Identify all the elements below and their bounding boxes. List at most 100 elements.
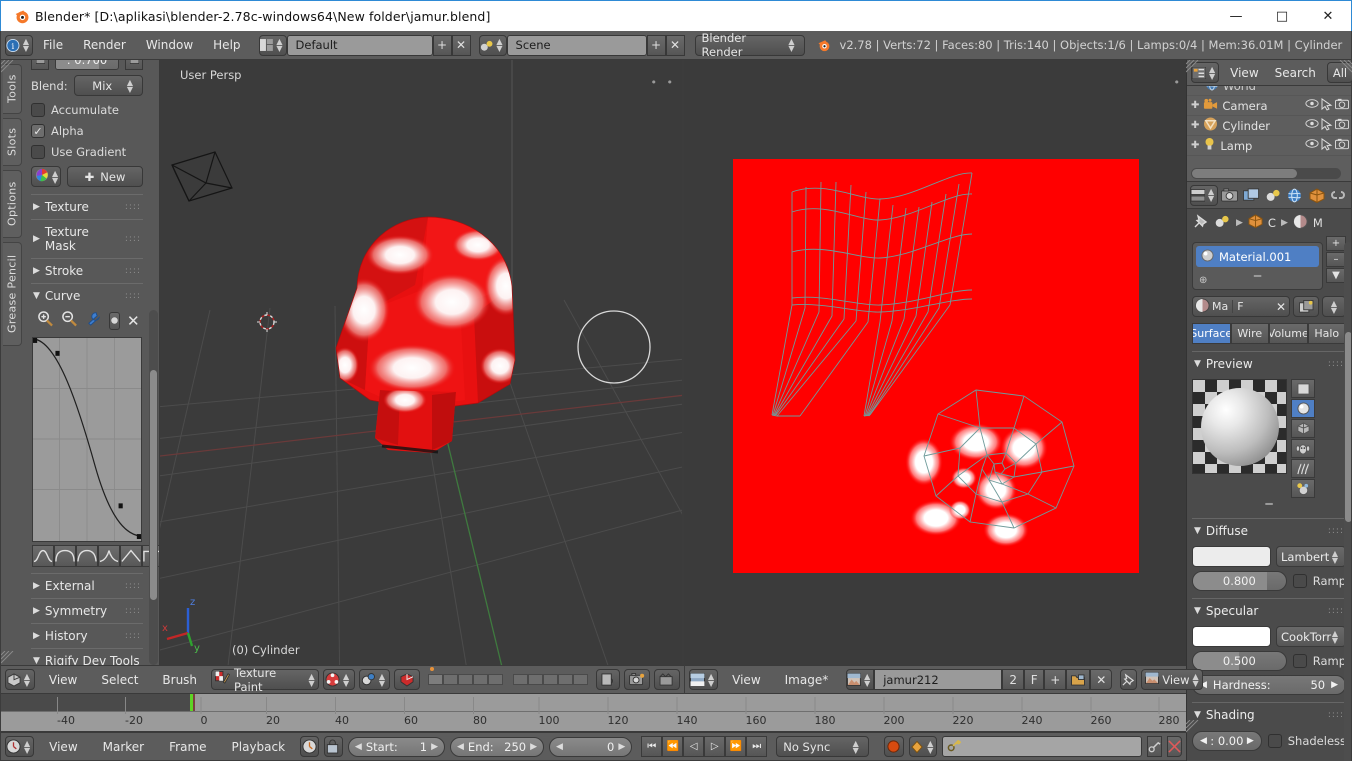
viewport-pivot-dropdown[interactable]: ▲ ▼ (358, 669, 391, 690)
browse-material-button[interactable] (1293, 296, 1319, 317)
render-camera-icon[interactable] (1335, 138, 1349, 154)
tab-world[interactable] (1285, 184, 1305, 206)
material-icon[interactable] (1293, 213, 1308, 232)
outliner-tree[interactable]: World ✚ Camera ✚ Cylinder (1187, 86, 1351, 181)
cursor-arrow-icon[interactable] (1321, 117, 1333, 134)
chevron-right-icon[interactable]: ▶ (530, 742, 537, 752)
dot-icon[interactable] (109, 311, 120, 330)
uv-image-editor[interactable]: • (684, 60, 1186, 665)
curve-preset-sphere[interactable] (54, 545, 76, 567)
add-scene-button[interactable]: + (646, 34, 666, 56)
play-reverse-button[interactable]: ◁ (683, 736, 705, 757)
timeline-menu-view[interactable]: View (39, 737, 87, 757)
scene-layers-grid-bottom[interactable] (513, 674, 589, 685)
uv-editor-type-button[interactable]: ▲ ▼ (689, 669, 719, 690)
preview-shape-sphere-sky-icon[interactable] (1291, 479, 1315, 498)
timeline-menu-marker[interactable]: Marker (93, 737, 154, 757)
tab-options[interactable]: Options (3, 170, 22, 238)
expand-icon[interactable]: ✚ (1191, 100, 1199, 111)
delete-scene-button[interactable]: ✕ (665, 34, 685, 56)
timeline-menu-frame[interactable]: Frame (159, 737, 216, 757)
preview-shape-flat-icon[interactable] (1291, 379, 1315, 398)
corner-widget-topright[interactable] (1338, 59, 1352, 74)
timeline-editor-type-button[interactable]: ▲ ▼ (5, 736, 35, 757)
sync-mode-dropdown[interactable]: No Sync ▲ ▼ (776, 736, 869, 757)
scene-layers-grid-top[interactable] (428, 667, 504, 685)
render-engine-dropdown[interactable]: Blender Render ▲ ▼ (694, 31, 805, 59)
layer-cell[interactable] (513, 674, 529, 685)
lock-time-button[interactable] (323, 736, 343, 757)
shading-emit-field[interactable]: ◀ : 0.00 ▶ (1192, 731, 1262, 751)
current-frame-field[interactable]: ◀ 0 ▶ (549, 736, 633, 757)
menu-window[interactable]: Window (136, 35, 203, 55)
strength-value-field[interactable]: : 0.700 (55, 60, 119, 70)
layer-cell[interactable] (488, 674, 504, 685)
preview-shape-hair-icon[interactable] (1291, 459, 1315, 478)
toolshelf-scrollbar[interactable] (149, 310, 158, 665)
menu-help[interactable]: Help (203, 35, 250, 55)
corner-widget-topleft[interactable] (0, 59, 15, 74)
tab-grease-pencil[interactable]: Grease Pencil (3, 242, 22, 346)
cursor-arrow-icon[interactable] (1321, 137, 1333, 154)
menu-render[interactable]: Render (73, 35, 136, 55)
pin-icon[interactable] (1193, 213, 1209, 232)
layer-cell[interactable] (428, 667, 444, 685)
chevron-right-icon[interactable]: ▶ (618, 742, 625, 752)
active-keying-set-field[interactable] (942, 736, 1142, 757)
curve-preset-linear[interactable] (120, 545, 142, 567)
panel-curve[interactable]: ▼ Curve :::: (31, 283, 143, 308)
viewport-menu-view[interactable]: View (39, 670, 87, 690)
material-preview-render[interactable] (1192, 379, 1287, 474)
properties-scrollbar[interactable] (1344, 242, 1351, 761)
close-button[interactable]: ✕ (1305, 1, 1351, 31)
menu-file[interactable]: File (33, 35, 73, 55)
delete-point-icon[interactable]: ✕ (127, 312, 140, 330)
material-slot-specials-button[interactable]: ▼ (1326, 268, 1346, 283)
fake-user-button[interactable]: F (1232, 300, 1244, 313)
delete-screen-layout-button[interactable]: ✕ (451, 34, 471, 56)
section-diffuse[interactable]: ▼ Diffuse :::: (1192, 518, 1346, 543)
unlink-image-button[interactable]: ✕ (1090, 669, 1113, 690)
curve-preset-sharp[interactable] (98, 545, 120, 567)
panel-stroke[interactable]: ▶ Stroke :::: (31, 258, 143, 283)
outliner-row-world[interactable]: World (1187, 86, 1351, 96)
shadeless-checkbox[interactable] (1267, 734, 1282, 748)
specular-shader-dropdown[interactable]: CookTorr ▲ ▼ (1276, 626, 1346, 647)
insert-keyframe-button[interactable] (1146, 736, 1162, 757)
accumulate-row[interactable]: Accumulate (31, 103, 143, 117)
uv-mode-dropdown[interactable]: View ▲ ▼ (1141, 669, 1203, 690)
outliner-row-camera[interactable]: ✚ Camera (1187, 96, 1351, 116)
tab-slots[interactable]: Slots (3, 118, 22, 166)
unlink-material-button[interactable]: ✕ (1276, 300, 1289, 314)
tab-constraints[interactable] (1328, 184, 1348, 206)
lock-object-modes-button[interactable] (596, 669, 621, 690)
chevron-left-icon[interactable]: ◀ (1200, 736, 1207, 746)
timeline-menu-playback[interactable]: Playback (222, 737, 296, 757)
curve-preset-root[interactable] (76, 545, 98, 567)
blend-mode-dropdown[interactable]: Mix ▲ ▼ (73, 75, 143, 96)
panel-rigify-dev-tools[interactable]: ▼ Rigify Dev Tools (31, 648, 143, 665)
keying-set-dropdown[interactable]: ▲ ▼ (909, 736, 938, 757)
interaction-mode-dropdown[interactable]: Texture Paint ▲ ▼ (211, 666, 319, 694)
scene-icon-button[interactable]: ▲ ▼ (478, 34, 507, 56)
timeline-ruler[interactable]: -40 -20 0 20 40 60 80 100 120 140 160 18… (1, 697, 1186, 731)
next-keyframe-button[interactable]: ⏩ (725, 736, 747, 757)
viewport-occlude-button[interactable] (394, 669, 421, 690)
tab-surface[interactable]: Surface (1192, 323, 1231, 344)
start-frame-field[interactable]: ◀ Start: 1 ▶ (347, 736, 445, 757)
alpha-row[interactable]: ✓ Alpha (31, 124, 143, 138)
curve-preset-smooth[interactable] (32, 545, 54, 567)
minimize-button[interactable]: — (1213, 1, 1259, 31)
previous-keyframe-button[interactable]: ⏪ (662, 736, 684, 757)
render-camera-icon[interactable] (1335, 98, 1349, 114)
section-shading[interactable]: ▼ Shading :::: (1192, 702, 1346, 727)
chevron-right-icon[interactable]: ▶ (431, 742, 438, 752)
use-gradient-row[interactable]: Use Gradient (31, 145, 143, 159)
material-link-dropdown[interactable]: ▲ ▼ (1322, 296, 1346, 317)
specular-ramp-checkbox[interactable] (1292, 654, 1307, 668)
play-button[interactable]: ▷ (704, 736, 726, 757)
uv-pin-button[interactable] (1120, 669, 1138, 690)
eye-icon[interactable] (1305, 118, 1319, 134)
wrench-icon[interactable] (85, 311, 102, 330)
end-frame-field[interactable]: ◀ End: 250 ▶ (450, 736, 545, 757)
